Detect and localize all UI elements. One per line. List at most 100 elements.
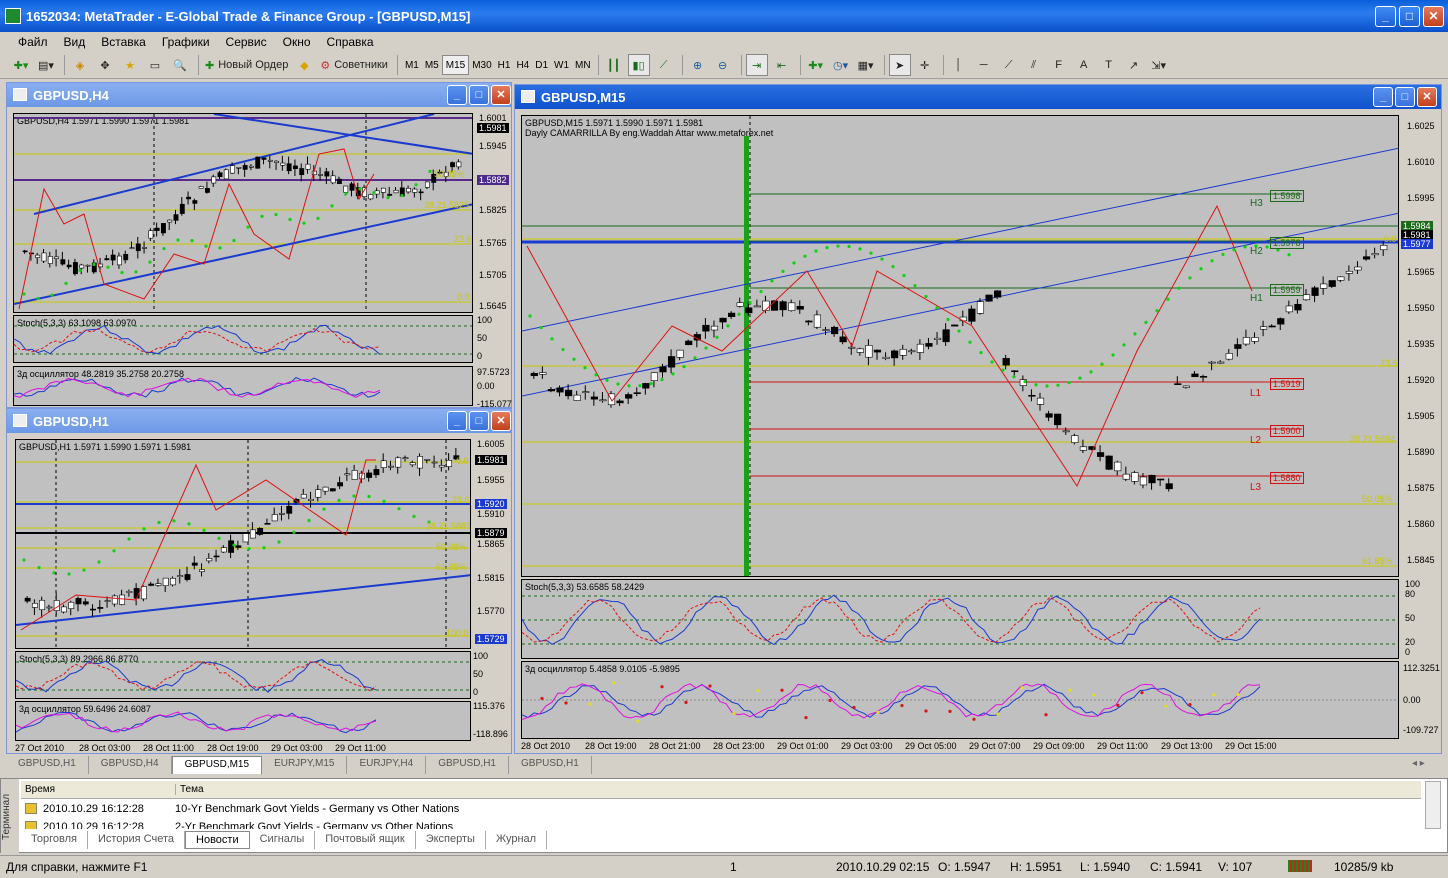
zoom-out-icon[interactable]: ⊖ bbox=[712, 54, 734, 76]
cursor-icon[interactable]: ➤ bbox=[888, 54, 911, 76]
profiles-icon[interactable]: ▤▾ bbox=[35, 54, 57, 76]
equidistant-channel-icon[interactable]: ⫽ bbox=[1023, 54, 1045, 76]
minimize-button[interactable]: _ bbox=[1375, 6, 1396, 27]
bar-chart-icon[interactable]: ┃┃ bbox=[603, 54, 625, 76]
menu-window[interactable]: Окно bbox=[275, 35, 319, 49]
tf-h1[interactable]: H1 bbox=[495, 55, 514, 75]
arrows-icon[interactable]: ↗ bbox=[1123, 54, 1145, 76]
close-button[interactable]: ✕ bbox=[1423, 6, 1444, 27]
m15-price-pane[interactable]: GBPUSD,M15 1.5971 1.5990 1.5971 1.5981 D… bbox=[521, 115, 1399, 577]
menu-charts[interactable]: Графики bbox=[154, 35, 218, 49]
tf-h4[interactable]: H4 bbox=[513, 55, 532, 75]
tab-scroll-arrows[interactable]: ◂ ▸ bbox=[1412, 758, 1425, 769]
line-chart-icon[interactable]: ⟋ bbox=[653, 54, 675, 76]
menu-help[interactable]: Справка bbox=[319, 35, 382, 49]
chart-tab[interactable]: EURJPY,H4 bbox=[347, 756, 427, 774]
close-button[interactable]: ✕ bbox=[1417, 87, 1437, 107]
text-label-icon[interactable]: T bbox=[1098, 54, 1120, 76]
tf-d1[interactable]: D1 bbox=[532, 55, 551, 75]
vertical-line-icon[interactable]: │ bbox=[948, 54, 970, 76]
chart-shift-icon[interactable]: ⇤ bbox=[771, 54, 793, 76]
indicator-line bbox=[16, 661, 377, 692]
candle-body bbox=[173, 214, 179, 221]
h1-price-pane[interactable]: GBPUSD,H1 1.5971 1.5990 1.5971 1.5981 0.… bbox=[15, 439, 471, 649]
chart-window-m15-titlebar[interactable]: GBPUSD,M15 _ □ ✕ bbox=[515, 85, 1441, 109]
new-chart-icon[interactable]: ✚▾ bbox=[10, 54, 32, 76]
m15-osc-pane[interactable]: 3д осциллятор 5.4858 9.0105 -5.9895 bbox=[521, 661, 1399, 739]
h1-stoch-pane[interactable]: Stoch(5,3,3) 89.2966 86.8770 bbox=[15, 651, 471, 699]
close-button[interactable]: ✕ bbox=[491, 411, 511, 431]
terminal-tab[interactable]: Сигналы bbox=[250, 831, 316, 849]
tf-w1[interactable]: W1 bbox=[551, 55, 572, 75]
tf-m5[interactable]: M5 bbox=[422, 55, 442, 75]
tf-m15[interactable]: M15 bbox=[441, 55, 470, 75]
chart-tab-active[interactable]: GBPUSD,M15 bbox=[171, 756, 263, 774]
crosshair-icon[interactable]: ✛ bbox=[914, 54, 936, 76]
m15-stoch-pane[interactable]: Stoch(5,3,3) 53.6585 58.2429 bbox=[521, 579, 1399, 659]
price-label: 1.5815 bbox=[477, 573, 505, 583]
menu-file[interactable]: Файл bbox=[10, 35, 56, 49]
periods-icon[interactable]: ◷▾ bbox=[830, 54, 852, 76]
maximize-button[interactable]: □ bbox=[1399, 6, 1420, 27]
text-icon[interactable]: A bbox=[1073, 54, 1095, 76]
chart-tab[interactable]: EURJPY,M15 bbox=[262, 756, 348, 774]
h4-stoch-pane[interactable]: Stoch(5,3,3) 63.1098 63.0970 bbox=[13, 315, 473, 363]
indicators-icon[interactable]: ✚▾ bbox=[805, 54, 827, 76]
maximize-button[interactable]: □ bbox=[469, 85, 489, 105]
candle-chart-icon[interactable]: ▮▯ bbox=[627, 54, 650, 76]
draw-more-icon[interactable]: ⇲▾ bbox=[1148, 54, 1170, 76]
terminal-tab-active[interactable]: Новости bbox=[185, 831, 250, 849]
time-label: 28 Oct 03:00 bbox=[79, 743, 131, 753]
h1-osc-pane[interactable]: 3д осциллятор 59.6496 24.6087 bbox=[15, 701, 471, 741]
minimize-button[interactable]: _ bbox=[447, 411, 467, 431]
tf-m1[interactable]: M1 bbox=[402, 55, 422, 75]
favorites-icon[interactable]: ★ bbox=[119, 54, 141, 76]
minimize-button[interactable]: _ bbox=[1373, 87, 1393, 107]
terminal-tab[interactable]: Эксперты bbox=[416, 831, 486, 849]
navigator-icon[interactable]: ✥ bbox=[94, 54, 116, 76]
news-row[interactable]: 2010.10.29 16:12:28 10-Yr Benchmark Govt… bbox=[21, 801, 1421, 819]
zoom-in-icon[interactable]: ⊕ bbox=[687, 54, 709, 76]
market-watch-icon[interactable]: ◈ bbox=[69, 54, 91, 76]
maximize-button[interactable]: □ bbox=[1395, 87, 1415, 107]
price-label: 1.5865 bbox=[477, 539, 505, 549]
chart-tab[interactable]: GBPUSD,H1 bbox=[426, 756, 509, 774]
terminal-tab[interactable]: История Счета bbox=[88, 831, 186, 849]
terminal-tab[interactable]: Журнал bbox=[486, 831, 548, 849]
menu-insert[interactable]: Вставка bbox=[93, 35, 154, 49]
col-time[interactable]: Время bbox=[25, 784, 55, 795]
mail-icon bbox=[25, 821, 37, 829]
minimize-button[interactable]: _ bbox=[447, 85, 467, 105]
tf-mn[interactable]: MN bbox=[572, 55, 594, 75]
chart-tab[interactable]: GBPUSD,H4 bbox=[89, 756, 172, 774]
chart-window-m15[interactable]: GBPUSD,M15 _ □ ✕ GBPUSD,M15 1.5971 1.599… bbox=[514, 84, 1442, 754]
chart-window-h1[interactable]: GBPUSD,H1 _ □ ✕ GBPUSD,H1 1.5971 1.5990 … bbox=[6, 408, 512, 754]
tf-m30[interactable]: M30 bbox=[469, 55, 494, 75]
chart-window-h4-titlebar[interactable]: GBPUSD,H4 _ □ ✕ bbox=[7, 83, 511, 107]
chart-tab[interactable]: GBPUSD,H1 bbox=[6, 756, 89, 774]
chart-tab[interactable]: GBPUSD,H1 bbox=[509, 756, 592, 774]
new-order-button[interactable]: ✚ Новый Ордер bbox=[203, 54, 290, 76]
news-row[interactable]: 2010.10.29 16:12:28 2-Yr Benchmark Govt … bbox=[21, 819, 1421, 829]
terminal-icon[interactable]: ▭ bbox=[144, 54, 166, 76]
chart-window-h1-titlebar[interactable]: GBPUSD,H1 _ □ ✕ bbox=[7, 409, 511, 433]
meta-editor-icon[interactable]: ◆ bbox=[293, 54, 315, 76]
terminal-scrollbar[interactable] bbox=[1425, 781, 1441, 829]
col-subject[interactable]: Тема bbox=[175, 784, 204, 795]
tester-icon[interactable]: 🔍 bbox=[169, 54, 191, 76]
menu-view[interactable]: Вид bbox=[56, 35, 94, 49]
h4-price-pane[interactable]: GBPUSD,H4 1.5971 1.5990 1.5971 1.5981 50… bbox=[13, 113, 473, 313]
trendline-icon[interactable]: ⟋ bbox=[998, 54, 1020, 76]
fibonacci-icon[interactable]: F bbox=[1048, 54, 1070, 76]
terminal-tab[interactable]: Почтовый ящик bbox=[315, 831, 416, 849]
chart-window-h4[interactable]: GBPUSD,H4 _ □ ✕ GBPUSD,H4 1.5971 1.5990 … bbox=[6, 82, 512, 409]
maximize-button[interactable]: □ bbox=[469, 411, 489, 431]
horizontal-line-icon[interactable]: ─ bbox=[973, 54, 995, 76]
h4-osc-pane[interactable]: 3д осциллятор 48.2819 35.2758 20.2758 bbox=[13, 366, 473, 406]
autoscroll-icon[interactable]: ⇥ bbox=[745, 54, 768, 76]
templates-icon[interactable]: ▦▾ bbox=[855, 54, 877, 76]
menu-tools[interactable]: Сервис bbox=[218, 35, 275, 49]
experts-button[interactable]: ⚙ Советники bbox=[318, 54, 390, 76]
terminal-tab[interactable]: Торговля bbox=[21, 831, 88, 849]
close-button[interactable]: ✕ bbox=[491, 85, 511, 105]
